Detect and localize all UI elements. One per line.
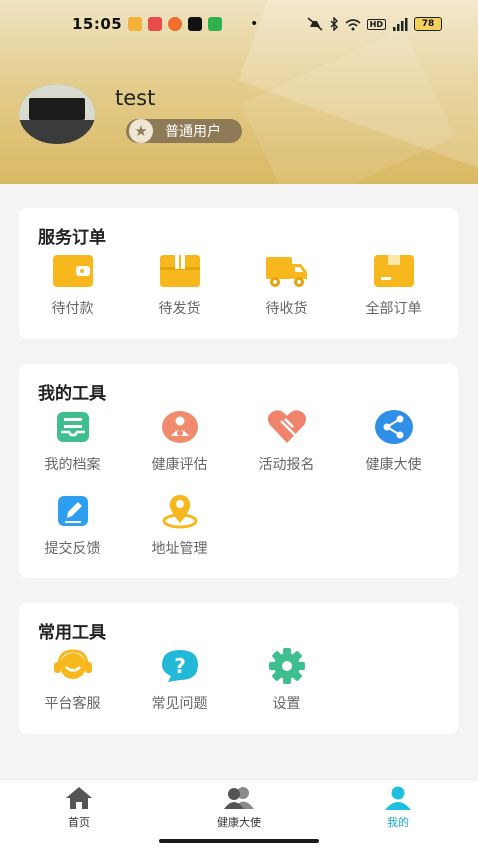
star-icon: ★	[129, 119, 153, 143]
headset-icon	[51, 647, 95, 685]
person-icon	[385, 786, 411, 810]
my-tools-card: 我的工具 我的档案 健康评估 活动报名 健康大使 提交反馈 地址管理	[19, 364, 458, 578]
status-bar: 15:05 • HD 78	[0, 10, 478, 38]
service-orders-title: 服务订单	[38, 228, 106, 248]
my-tools-title: 我的工具	[38, 384, 106, 404]
tool-my-archive[interactable]: 我的档案	[19, 408, 126, 474]
avatar[interactable]	[19, 84, 95, 144]
tool-health-ambassador-label: 健康大使	[365, 457, 422, 473]
package-icon	[158, 252, 202, 290]
username: test	[115, 86, 156, 110]
tiktok-app-icon	[188, 17, 202, 31]
tool-my-archive-label: 我的档案	[44, 457, 101, 473]
tab-mine[interactable]: 我的	[338, 786, 458, 830]
tab-home[interactable]: 首页	[19, 786, 139, 830]
order-pending-shipment-label: 待发货	[158, 301, 201, 317]
common-tools-title: 常用工具	[38, 623, 106, 643]
bluetooth-icon	[330, 17, 338, 31]
tab-home-label: 首页	[68, 816, 90, 829]
tool-submit-feedback[interactable]: 提交反馈	[19, 492, 126, 558]
location-icon	[158, 492, 202, 530]
wallet-icon	[51, 252, 95, 290]
status-time: 15:05	[72, 15, 123, 33]
edit-icon	[51, 492, 95, 530]
order-pending-receipt[interactable]: 待收货	[233, 252, 340, 318]
tool-event-signup[interactable]: 活动报名	[233, 408, 340, 474]
hd-indicator: HD	[366, 18, 386, 30]
order-pending-payment-label: 待付款	[51, 301, 94, 317]
news-app-icon	[148, 17, 162, 31]
mail-app-icon	[128, 17, 142, 31]
tool-customer-service[interactable]: 平台客服	[19, 647, 126, 713]
archive-icon	[51, 408, 95, 446]
tab-health-ambassador-label: 健康大使	[217, 816, 261, 829]
heart-icon	[265, 408, 309, 446]
box-icon	[372, 252, 416, 290]
tool-customer-service-label: 平台客服	[44, 696, 101, 712]
home-icon	[66, 787, 92, 809]
tool-health-assessment[interactable]: 健康评估	[126, 408, 233, 474]
health-assessment-icon	[158, 408, 202, 446]
tab-health-ambassador[interactable]: 健康大使	[179, 786, 299, 830]
truck-icon	[265, 252, 309, 290]
tool-address-management[interactable]: 地址管理	[126, 492, 233, 558]
gear-icon	[265, 647, 309, 685]
user-level-badge: ★ 普通用户	[126, 119, 242, 143]
order-pending-receipt-label: 待收货	[265, 301, 308, 317]
home-indicator	[159, 839, 319, 843]
battery-icon: 78	[414, 17, 442, 31]
svg-text:?: ?	[174, 654, 186, 678]
order-all-label: 全部订单	[365, 301, 422, 317]
tool-faq-label: 常见问题	[151, 696, 208, 712]
common-tools-card: 常用工具 平台客服 ? 常见问题 设置	[19, 603, 458, 734]
weibo-app-icon	[168, 17, 182, 31]
group-icon	[224, 787, 254, 809]
user-level-label: 普通用户	[165, 124, 221, 140]
status-notification-icons	[128, 17, 222, 31]
order-all[interactable]: 全部订单	[340, 252, 447, 318]
profile-header: 15:05 • HD 78 test ★ 普通用户	[0, 0, 478, 184]
mute-icon	[307, 17, 323, 31]
tab-mine-label: 我的	[387, 816, 409, 829]
tool-settings[interactable]: 设置	[233, 647, 340, 713]
tool-submit-feedback-label: 提交反馈	[44, 541, 101, 557]
tool-health-assessment-label: 健康评估	[151, 457, 208, 473]
signal-icon	[393, 17, 408, 31]
tool-health-ambassador[interactable]: 健康大使	[340, 408, 447, 474]
tool-event-signup-label: 活动报名	[258, 457, 315, 473]
tool-settings-label: 设置	[272, 696, 301, 712]
tool-address-management-label: 地址管理	[151, 541, 208, 557]
order-pending-shipment[interactable]: 待发货	[126, 252, 233, 318]
status-dot: •	[250, 16, 259, 32]
share-icon	[372, 408, 416, 446]
message-app-icon	[208, 17, 222, 31]
service-orders-card: 服务订单 待付款 待发货 待收货 全部订单	[19, 208, 458, 339]
question-icon: ?	[158, 647, 202, 685]
status-system-icons: HD 78	[307, 17, 442, 31]
wifi-icon	[345, 18, 361, 30]
order-pending-payment[interactable]: 待付款	[19, 252, 126, 318]
tool-faq[interactable]: ? 常见问题	[126, 647, 233, 713]
